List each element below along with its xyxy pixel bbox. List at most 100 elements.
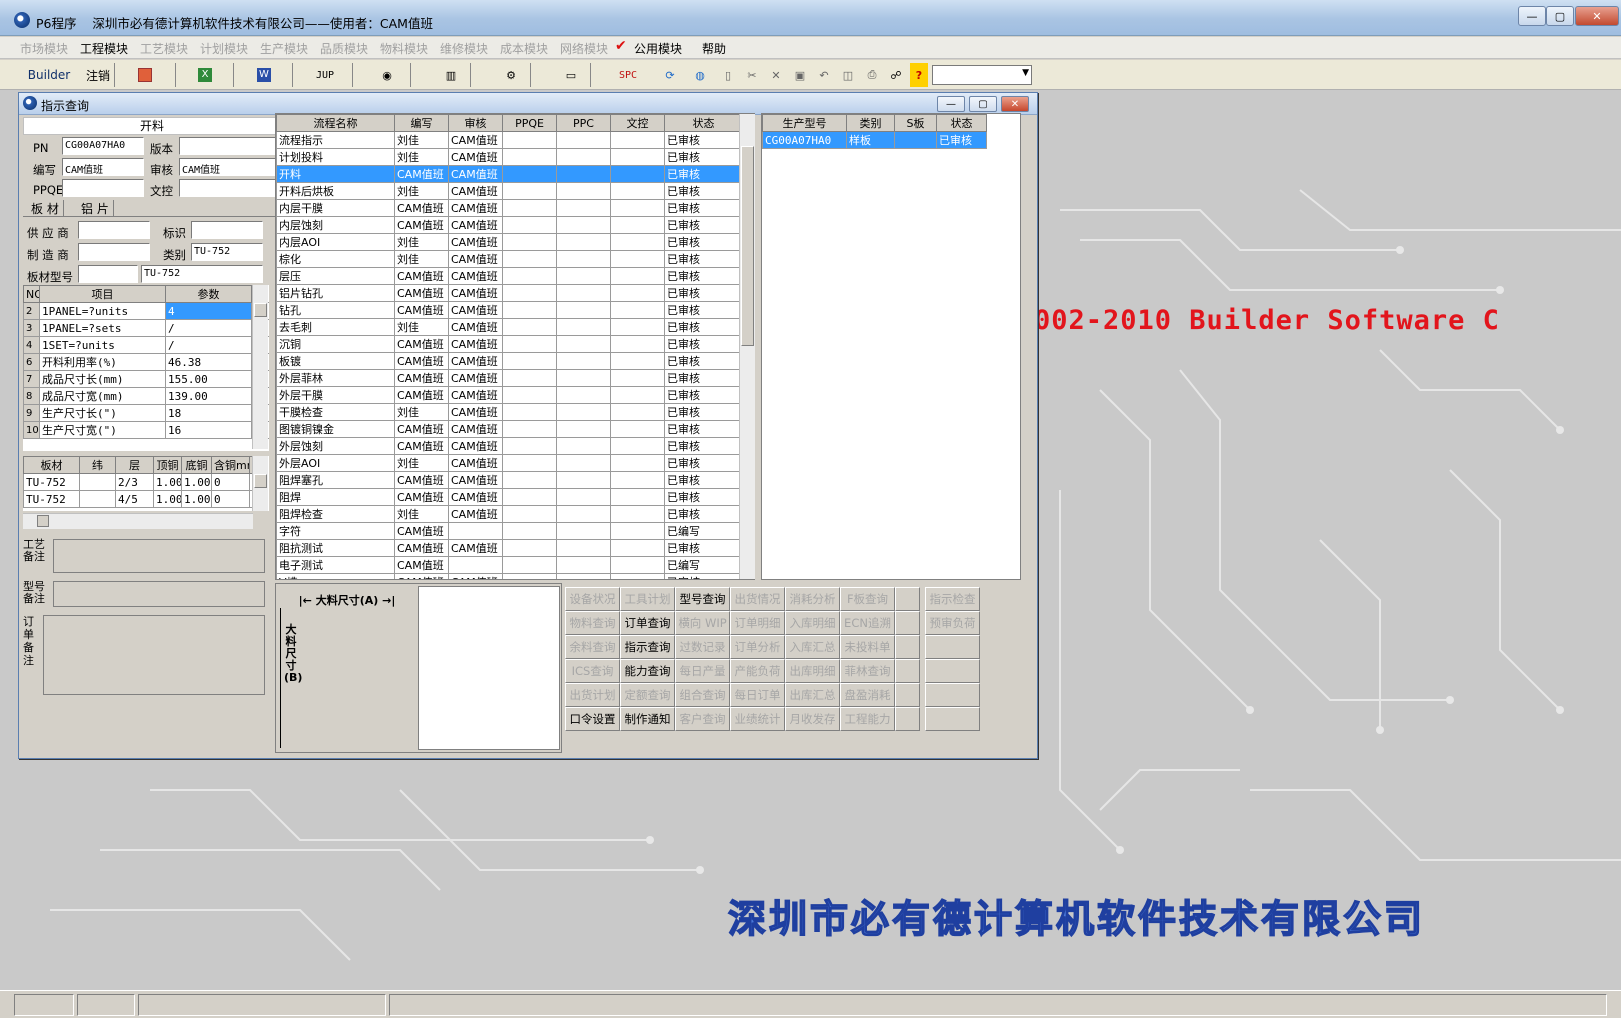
close-button[interactable]: ✕	[1575, 6, 1619, 26]
function-button[interactable]: 工程能力	[840, 707, 895, 731]
params-row[interactable]: 2 1PANEL=?units 4	[23, 302, 269, 320]
function-button[interactable]: 未投料单	[840, 635, 895, 659]
product-header[interactable]: 类别	[846, 114, 895, 132]
flow-header[interactable]: PPC	[556, 114, 611, 132]
function-button[interactable]: 设备状况	[565, 587, 620, 611]
function-button[interactable]: 预审负荷	[925, 611, 980, 635]
flow-row[interactable]: 沉铜 CAM值班 CAM值班 已审核	[276, 335, 743, 353]
params-row[interactable]: 7 成品尺寸长(mm) 155.00	[23, 370, 269, 388]
version-field[interactable]	[179, 137, 279, 155]
type-field[interactable]: TU-752	[191, 243, 263, 261]
function-button[interactable]: 出库汇总	[785, 683, 840, 707]
menu-item-1[interactable]: 工程模块	[80, 40, 128, 57]
function-button[interactable]: 出货情况	[730, 587, 785, 611]
flow-row[interactable]: 层压 CAM值班 CAM值班 已审核	[276, 267, 743, 285]
flow-row[interactable]: 外层菲林 CAM值班 CAM值班 已审核	[276, 369, 743, 387]
minimize-button[interactable]: —	[1518, 6, 1546, 26]
flow-row[interactable]: 棕化 刘佳 CAM值班 已审核	[276, 250, 743, 268]
menu-item-0[interactable]: 市场模块	[20, 40, 68, 57]
function-button[interactable]	[895, 659, 920, 683]
menu-item-5[interactable]: 品质模块	[320, 40, 368, 57]
params-row[interactable]: 3 1PANEL=?sets /	[23, 319, 269, 337]
function-button[interactable]: 产能负荷	[730, 659, 785, 683]
reviewer-field[interactable]: CAM值班	[179, 158, 279, 176]
mark-field[interactable]	[191, 221, 263, 239]
menu-item-10[interactable]: 公用模块	[634, 40, 682, 57]
globe-icon[interactable]: ◍	[690, 63, 710, 87]
flow-row[interactable]: 去毛刺 刘佳 CAM值班 已审核	[276, 318, 743, 336]
find-binoculars-icon[interactable]: ☍	[886, 63, 906, 87]
function-button[interactable]: F板查询	[840, 587, 895, 611]
help-icon[interactable]: ?	[910, 63, 928, 87]
function-button[interactable]: 制作通知	[620, 707, 675, 731]
menu-item-3[interactable]: 计划模块	[200, 40, 248, 57]
function-button[interactable]: 组合查询	[675, 683, 730, 707]
function-button[interactable]: 型号查询	[675, 587, 730, 611]
product-header[interactable]: S板	[894, 114, 937, 132]
flow-row[interactable]: V槽CAM值班CAM值班已审核	[276, 573, 743, 579]
flow-row[interactable]: 铝片钻孔 CAM值班 CAM值班 已审核	[276, 284, 743, 302]
function-button[interactable]: 入库汇总	[785, 635, 840, 659]
layers-scrollbar[interactable]	[252, 456, 268, 511]
function-button[interactable]	[925, 659, 980, 683]
function-button[interactable]: 口令设置	[565, 707, 620, 731]
delete-icon[interactable]: ✕	[766, 63, 786, 87]
flow-row[interactable]: 开料 CAM值班 CAM值班 已审核	[276, 165, 743, 183]
supplier-field[interactable]	[78, 221, 150, 239]
database-icon[interactable]: ▥	[440, 63, 462, 87]
product-row[interactable]: CG00A07HA0 样板 已审核	[762, 131, 987, 149]
function-button[interactable]: 横向 WIP	[675, 611, 730, 635]
monitor-icon[interactable]: ▭	[560, 63, 582, 87]
model-notes-field[interactable]	[53, 581, 265, 607]
maker-field[interactable]	[78, 243, 150, 261]
flow-header[interactable]: PPQE	[502, 114, 557, 132]
function-button[interactable]: 过数记录	[675, 635, 730, 659]
preview-icon[interactable]: ◫	[838, 63, 858, 87]
layers-row[interactable]: TU-752 4/5 1.00 1.00 0	[23, 490, 268, 508]
builder-button[interactable]: Builder	[20, 63, 78, 87]
flow-row[interactable]: 开料后烘板 刘佳 CAM值班 已审核	[276, 182, 743, 200]
order-notes-field[interactable]	[43, 615, 265, 695]
flow-row[interactable]: 计划投料 刘佳 CAM值班 已审核	[276, 148, 743, 166]
board-model-field-2[interactable]: TU-752	[141, 265, 263, 283]
product-header[interactable]: 生产型号	[762, 114, 847, 132]
flow-row[interactable]: 阻焊检查 刘佳 CAM值班 已审核	[276, 505, 743, 523]
ppqe-field[interactable]	[62, 179, 144, 197]
function-button[interactable]: ICS查询	[565, 659, 620, 683]
flow-row[interactable]: 阻焊塞孔 CAM值班 CAM值班 已审核	[276, 471, 743, 489]
board-model-field[interactable]	[78, 265, 138, 283]
flow-row[interactable]: 干膜检查 刘佳 CAM值班 已审核	[276, 403, 743, 421]
flow-row[interactable]: 板镀 CAM值班 CAM值班 已审核	[276, 352, 743, 370]
menu-item-6[interactable]: 物料模块	[380, 40, 428, 57]
params-row[interactable]: 10 生产尺寸宽(") 16	[23, 421, 269, 439]
function-button[interactable]: 指示检查	[925, 587, 980, 611]
function-button[interactable]: 客户查询	[675, 707, 730, 731]
jup-button[interactable]: JUP	[310, 63, 340, 87]
logout-button[interactable]: 注销	[84, 63, 112, 87]
product-header[interactable]: 状态	[936, 114, 987, 132]
undo-icon[interactable]: ↶	[814, 63, 834, 87]
function-button[interactable]	[895, 611, 920, 635]
dialog-close-button[interactable]: ✕	[1001, 96, 1029, 112]
params-row[interactable]: 6 开料利用率(%) 46.38	[23, 353, 269, 371]
writer-field[interactable]: CAM值班	[62, 158, 144, 176]
flow-header[interactable]: 流程名称	[276, 114, 395, 132]
function-button[interactable]: 每日订单	[730, 683, 785, 707]
flow-row[interactable]: 电子测试 CAM值班 已编写	[276, 556, 743, 574]
params-row[interactable]: 4 1SET=?units /	[23, 336, 269, 354]
function-button[interactable]: 指示查询	[620, 635, 675, 659]
function-button[interactable]: 月收发存	[785, 707, 840, 731]
flow-row[interactable]: 图镀铜镍金 CAM值班 CAM值班 已审核	[276, 420, 743, 438]
layers-hscrollbar[interactable]	[23, 513, 253, 529]
function-button[interactable]: 盘盈消耗	[840, 683, 895, 707]
function-button[interactable]: 业绩统计	[730, 707, 785, 731]
menu-item-9[interactable]: 网络模块	[560, 40, 608, 57]
function-button[interactable]: 每日产量	[675, 659, 730, 683]
flow-row[interactable]: 内层蚀刻 CAM值班 CAM值班 已审核	[276, 216, 743, 234]
menu-item-11[interactable]: 帮助	[702, 40, 726, 57]
function-button[interactable]: 出货计划	[565, 683, 620, 707]
flow-header[interactable]: 审核	[448, 114, 503, 132]
tab-board[interactable]: 板 材	[27, 200, 64, 217]
process-notes-field[interactable]	[53, 539, 265, 573]
function-button[interactable]: 能力查询	[620, 659, 675, 683]
